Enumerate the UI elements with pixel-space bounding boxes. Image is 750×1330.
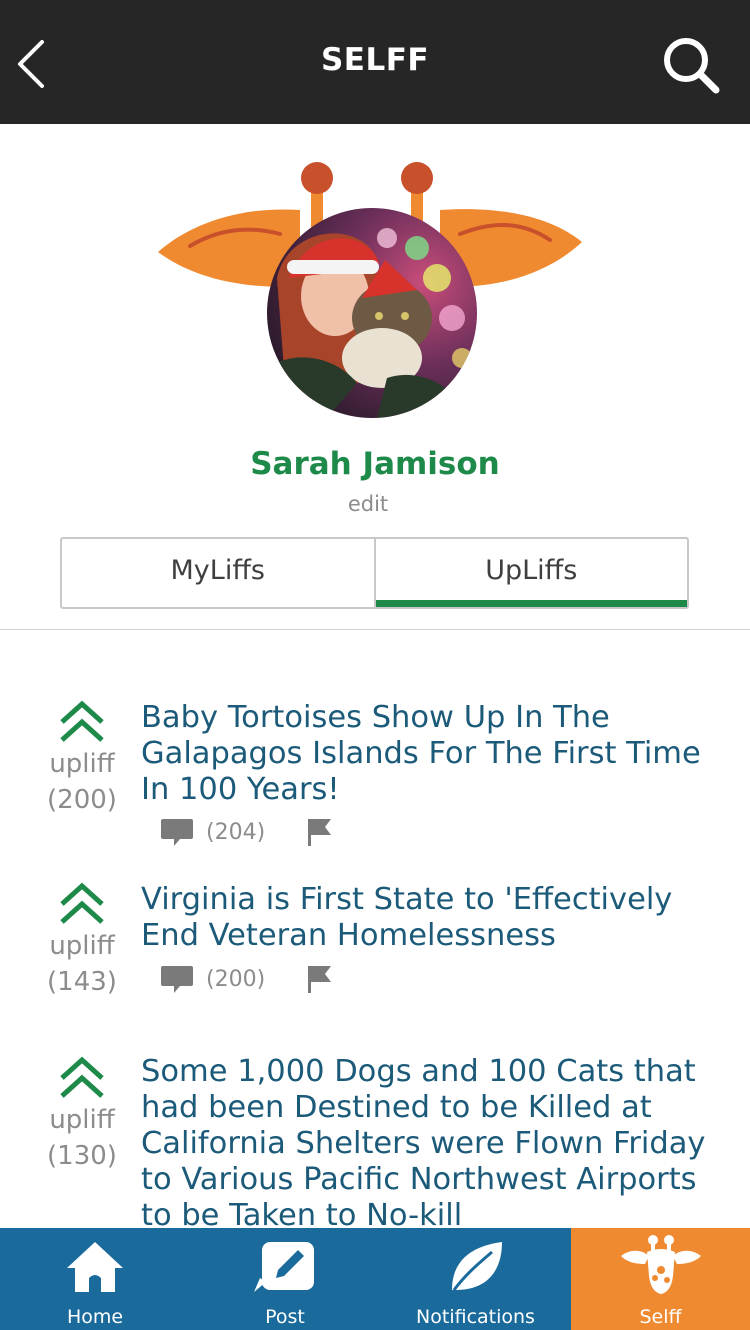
leaf-icon [451, 1242, 502, 1291]
flag-icon[interactable] [305, 964, 333, 994]
nav-label-notifications: Notifications [416, 1306, 535, 1328]
upliff-label: upliff [49, 1105, 115, 1135]
upliff-label: upliff [49, 749, 115, 779]
nav-label-post: Post [265, 1306, 305, 1328]
tab-upliffs[interactable]: UpLiffs [373, 539, 688, 607]
tab-myliffs[interactable]: MyLiffs [62, 539, 374, 607]
upliff-count: (200) [47, 785, 117, 815]
upliff-count: (130) [47, 1141, 117, 1171]
comments-button[interactable]: (204) [160, 817, 265, 847]
edit-profile-link[interactable]: edit [330, 492, 406, 516]
double-chevron-up-icon [60, 1056, 104, 1098]
comment-count: (200) [206, 966, 266, 992]
nav-notifications[interactable]: Notifications [380, 1228, 571, 1330]
upliff-count: (143) [47, 967, 117, 997]
story-headline[interactable]: Virginia is First State to 'Effectively … [141, 882, 711, 954]
double-chevron-up-icon [60, 700, 104, 742]
story-meta: (204) [160, 815, 333, 849]
bottom-nav: Home Post Notifications Selff [0, 1228, 750, 1330]
search-icon [664, 38, 720, 94]
story-meta: (200) [160, 962, 333, 996]
pencil-icon [254, 1242, 314, 1292]
avatar[interactable] [267, 208, 477, 418]
upliff-button[interactable]: upliff (143) [40, 880, 124, 1000]
comment-icon [161, 819, 193, 846]
comments-button[interactable]: (200) [160, 964, 265, 994]
avatar-photo [267, 208, 477, 418]
top-bar: SELFF [0, 0, 750, 124]
comment-count: (204) [206, 819, 266, 845]
page-title: SELFF [320, 42, 430, 78]
upliff-label: upliff [49, 931, 115, 961]
nav-label-selff: Selff [639, 1306, 682, 1328]
feed-list: upliff (200) Baby Tortoises Show Up In T… [0, 630, 750, 1228]
nav-home[interactable]: Home [0, 1228, 190, 1330]
tab-bar: MyLiffs UpLiffs [60, 537, 689, 609]
nav-selff[interactable]: Selff [571, 1228, 750, 1330]
comment-icon [161, 966, 193, 993]
nav-label-home: Home [66, 1306, 124, 1328]
story-headline[interactable]: Some 1,000 Dogs and 100 Cats that had be… [141, 1054, 711, 1228]
profile-name: Sarah Jamison [250, 446, 500, 482]
home-icon [67, 1242, 123, 1292]
story-headline[interactable]: Baby Tortoises Show Up In The Galapagos … [141, 700, 711, 808]
profile-section: Sarah Jamison edit MyLiffs UpLiffs [0, 124, 750, 630]
giraffe-icon [620, 1235, 701, 1294]
upliff-button[interactable]: upliff (130) [40, 1054, 124, 1174]
nav-post[interactable]: Post [190, 1228, 380, 1330]
double-chevron-up-icon [60, 882, 104, 924]
flag-icon[interactable] [305, 817, 333, 847]
search-button[interactable] [660, 34, 722, 96]
upliff-button[interactable]: upliff (200) [40, 698, 124, 818]
